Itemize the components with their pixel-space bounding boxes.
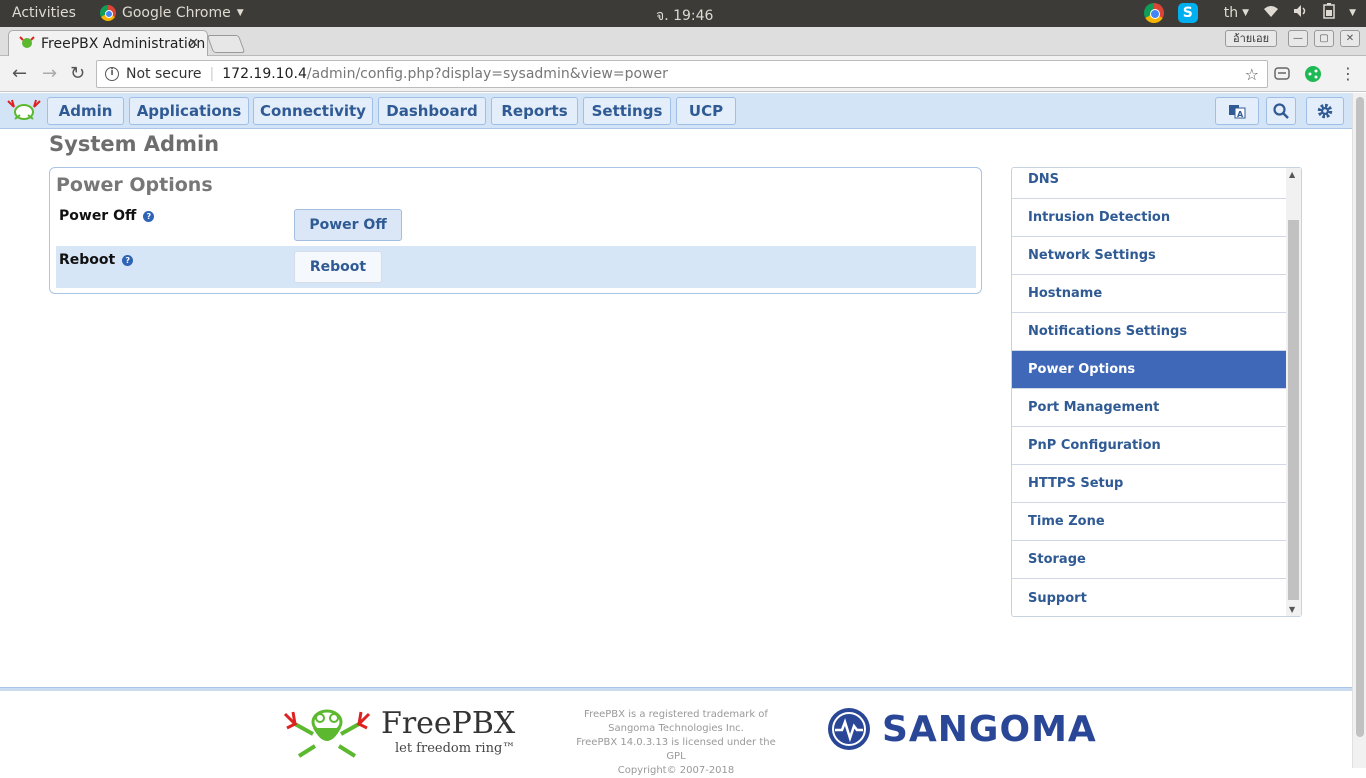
os-top-bar: Activities Google Chrome ▼ จ. 19:46 S th… xyxy=(0,0,1366,27)
menu-item-https-setup[interactable]: HTTPS Setup xyxy=(1012,465,1287,503)
url-host: 172.19.10.4 xyxy=(222,66,307,82)
power-options-panel: Power Options Power Off ? Power Off Rebo… xyxy=(49,167,982,294)
chat-extension-icon[interactable] xyxy=(1274,66,1290,86)
skype-icon[interactable]: S xyxy=(1177,3,1198,23)
tab-strip: FreePBX Administration ✕ อ้ายเอย — ▢ ✕ xyxy=(0,27,1366,57)
volume-icon[interactable] xyxy=(1293,4,1309,22)
activities-button[interactable]: Activities xyxy=(12,5,76,21)
language-icon[interactable]: A xyxy=(1215,97,1259,125)
reboot-button[interactable]: Reboot xyxy=(294,251,382,283)
page-scrollbar-thumb[interactable] xyxy=(1356,97,1364,737)
sangoma-footer-logo[interactable]: SANGOMA xyxy=(826,706,1097,752)
nav-dashboard[interactable]: Dashboard xyxy=(378,97,486,125)
close-window-icon[interactable]: ✕ xyxy=(1340,30,1360,47)
nav-settings[interactable]: Settings xyxy=(583,97,671,125)
page-scrollbar[interactable] xyxy=(1352,93,1366,768)
freepbx-slogan: let freedom ring™ xyxy=(394,740,516,756)
forward-icon[interactable]: → xyxy=(42,63,57,84)
maximize-icon[interactable]: ▢ xyxy=(1314,30,1334,47)
reload-icon[interactable]: ↻ xyxy=(70,63,85,84)
url-input[interactable]: i Not secure | 172.19.10.4/admin/config.… xyxy=(96,60,1268,88)
clock[interactable]: จ. 19:46 xyxy=(656,5,713,27)
page-title: System Admin xyxy=(49,132,220,156)
menu-item-time-zone[interactable]: Time Zone xyxy=(1012,503,1287,541)
system-tray: S th ▼ ▼ xyxy=(1143,3,1356,23)
bookmark-star-icon[interactable]: ☆ xyxy=(1245,65,1259,84)
info-icon[interactable]: i xyxy=(105,67,119,81)
help-icon[interactable]: ? xyxy=(122,254,134,266)
freepbx-favicon xyxy=(19,35,35,53)
menu-item-network-settings[interactable]: Network Settings xyxy=(1012,237,1287,275)
freepbx-nav: Admin Applications Connectivity Dashboar… xyxy=(0,93,1352,129)
address-bar-row: ← → ↻ i Not secure | 172.19.10.4/admin/c… xyxy=(0,56,1366,92)
browser-tab[interactable]: FreePBX Administration ✕ xyxy=(8,30,208,57)
dropdown-icon: ▼ xyxy=(236,8,244,18)
frog-icon xyxy=(283,709,371,758)
system-menu-icon[interactable]: ▼ xyxy=(1349,8,1356,18)
menu-item-hostname[interactable]: Hostname xyxy=(1012,275,1287,313)
minimize-icon[interactable]: — xyxy=(1288,30,1308,47)
profile-button[interactable]: อ้ายเอย xyxy=(1225,30,1277,47)
nav-admin[interactable]: Admin xyxy=(47,97,124,125)
freepbx-wordmark: FreePBX let freedom ring™ xyxy=(381,705,516,756)
side-menu-scrollbar[interactable]: ▲ ▼ xyxy=(1286,168,1301,616)
menu-item-power-options[interactable]: Power Options xyxy=(1012,351,1287,389)
chrome-icon xyxy=(100,5,116,21)
tab-title: FreePBX Administration xyxy=(41,36,206,52)
nav-ucp[interactable]: UCP xyxy=(676,97,736,125)
sangoma-icon xyxy=(828,708,870,750)
back-icon[interactable]: ← xyxy=(12,63,27,84)
menu-item-pnp-configuration[interactable]: PnP Configuration xyxy=(1012,427,1287,465)
svg-text:A: A xyxy=(1237,110,1244,119)
gear-icon[interactable] xyxy=(1306,97,1344,125)
url-separator: | xyxy=(209,66,215,82)
url-path: /admin/config.php?display=sysadmin&view=… xyxy=(306,66,668,82)
help-icon[interactable]: ? xyxy=(143,210,155,222)
sangoma-wordmark: SANGOMA xyxy=(882,708,1097,750)
scroll-down-icon[interactable]: ▼ xyxy=(1289,605,1295,614)
menu-item-storage[interactable]: Storage xyxy=(1012,541,1287,579)
footer-divider xyxy=(0,687,1352,691)
freepbx-logo-icon[interactable] xyxy=(6,99,42,121)
panel-title: Power Options xyxy=(56,174,213,196)
chrome-tray-icon[interactable] xyxy=(1143,3,1164,23)
menu-item-intrusion-detection[interactable]: Intrusion Detection xyxy=(1012,199,1287,237)
reboot-row: Reboot ? Reboot xyxy=(56,246,976,288)
nav-applications[interactable]: Applications xyxy=(129,97,249,125)
menu-item-notifications-settings[interactable]: Notifications Settings xyxy=(1012,313,1287,351)
battery-icon[interactable] xyxy=(1323,3,1335,23)
app-menu[interactable]: Google Chrome ▼ xyxy=(100,5,244,21)
share-extension-icon[interactable] xyxy=(1305,66,1321,86)
new-tab-button[interactable] xyxy=(206,35,246,53)
freepbx-footer-logo[interactable]: FreePBX let freedom ring™ xyxy=(283,706,515,758)
dropdown-icon: ▼ xyxy=(1242,8,1250,18)
chrome-menu-icon[interactable]: ⋮ xyxy=(1340,64,1356,83)
wifi-icon[interactable] xyxy=(1263,4,1279,22)
app-name: Google Chrome xyxy=(122,5,231,21)
reboot-label: Reboot ? xyxy=(59,252,134,268)
sysadmin-side-menu: DNS Intrusion Detection Network Settings… xyxy=(1011,167,1302,617)
nav-connectivity[interactable]: Connectivity xyxy=(253,97,373,125)
search-icon[interactable] xyxy=(1266,97,1296,125)
power-off-button[interactable]: Power Off xyxy=(294,209,402,241)
close-tab-icon[interactable]: ✕ xyxy=(188,36,199,51)
power-off-row: Power Off ? Power Off xyxy=(56,204,976,246)
nav-reports[interactable]: Reports xyxy=(491,97,578,125)
menu-item-support[interactable]: Support xyxy=(1012,579,1287,616)
side-menu-scrollbar-thumb[interactable] xyxy=(1288,220,1299,600)
menu-item-dns[interactable]: DNS xyxy=(1012,168,1287,199)
power-off-label: Power Off ? xyxy=(59,208,155,224)
language-indicator[interactable]: th ▼ xyxy=(1224,5,1249,21)
scroll-up-icon[interactable]: ▲ xyxy=(1289,170,1295,179)
menu-item-port-management[interactable]: Port Management xyxy=(1012,389,1287,427)
security-label: Not secure xyxy=(126,66,202,82)
